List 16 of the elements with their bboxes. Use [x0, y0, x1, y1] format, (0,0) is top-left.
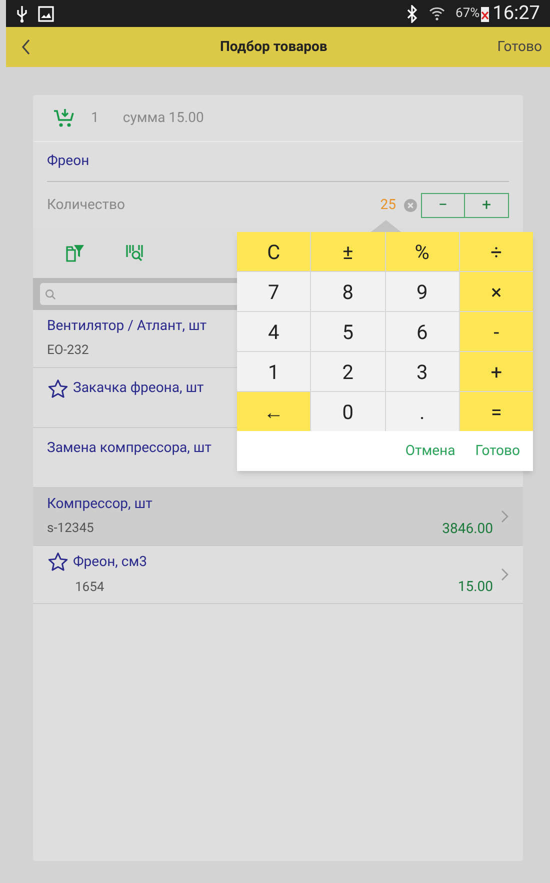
quantity-label: Количество: [47, 196, 125, 214]
product-price: 3846.00: [442, 520, 493, 538]
product-name: Фреон, см3: [73, 552, 147, 572]
total-sum: сумма 15.00: [122, 108, 204, 128]
product-price: 15.00: [458, 578, 493, 597]
item-count: 1: [91, 108, 99, 128]
screen-title: Подбор товаров: [220, 38, 328, 56]
product-name: Вентилятор / Атлант, шт: [47, 317, 207, 336]
clock: 16:27: [492, 0, 540, 26]
product-name: Компрессор, шт: [47, 494, 152, 514]
product-code: s-12345: [47, 520, 94, 538]
product-code: 1654: [75, 578, 104, 597]
product-code: EO-232: [47, 342, 89, 360]
product-name: Закачка фреона, шт: [73, 379, 204, 398]
product-name: Замена компрессора, шт: [47, 439, 212, 458]
battery-percent: 67%: [456, 4, 480, 23]
